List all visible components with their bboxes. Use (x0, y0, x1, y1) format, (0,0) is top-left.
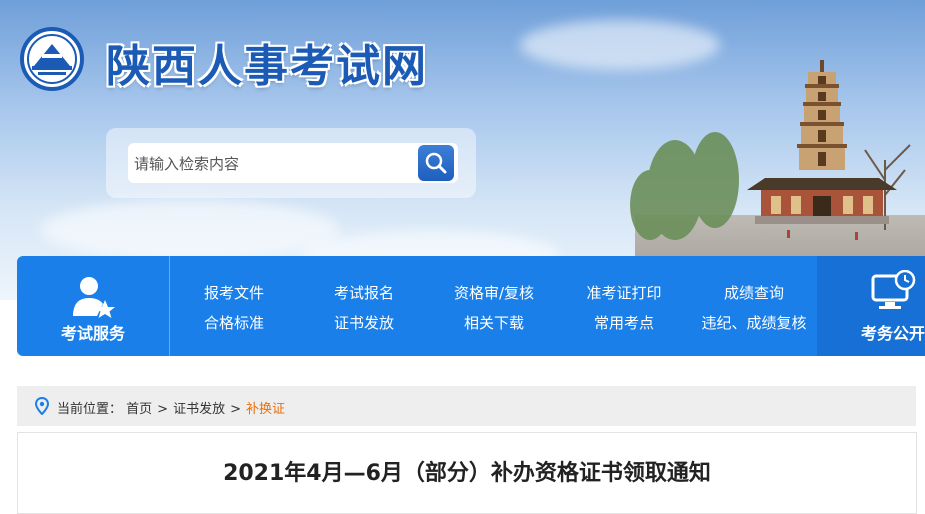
nav-item-exam-documents[interactable]: 报考文件 (169, 282, 299, 303)
nav-item-qualification-review[interactable]: 资格审/复核 (429, 282, 559, 303)
nav-item-exam-registration[interactable]: 考试报名 (299, 282, 429, 303)
monitor-clock-icon (871, 270, 916, 309)
nav-item-admission-ticket[interactable]: 准考证打印 (559, 282, 689, 303)
main-navigation: 考试服务 报考文件 考试报名 资格审/复核 准考证打印 成绩查询 合格标准 证书… (17, 256, 925, 356)
nav-item-pass-standard[interactable]: 合格标准 (169, 312, 299, 333)
nav-exam-service[interactable]: 考试服务 (17, 256, 170, 356)
nav-item-exam-sites[interactable]: 常用考点 (559, 312, 689, 333)
breadcrumb-certificate-issue[interactable]: 证书发放 (173, 402, 225, 417)
article-panel: 2021年4月—6月（部分）补办资格证书领取通知 (17, 432, 917, 514)
header-banner: 陕西人事考试网 (0, 0, 925, 300)
nav-item-downloads[interactable]: 相关下载 (429, 312, 559, 333)
nav-exam-service-label: 考试服务 (60, 324, 125, 343)
breadcrumb-home[interactable]: 首页 (126, 402, 152, 417)
search-button[interactable] (418, 145, 454, 181)
search-panel (106, 128, 476, 198)
breadcrumb-current[interactable]: 补换证 (246, 402, 285, 417)
search-icon (425, 152, 447, 174)
site-title[interactable]: 陕西人事考试网 (106, 30, 428, 94)
site-logo-icon (20, 27, 84, 91)
search-input[interactable] (128, 143, 416, 185)
nav-exam-affairs-label: 考务公开 (861, 324, 925, 343)
nav-item-score-query[interactable]: 成绩查询 (689, 282, 819, 303)
breadcrumb: 当前位置： 首页 > 证书发放 > 补换证 (17, 386, 916, 426)
location-pin-icon (35, 397, 49, 415)
nav-item-violation-review[interactable]: 违纪、成绩复核 (689, 312, 819, 333)
nav-exam-affairs-public[interactable]: 考务公开 (817, 256, 925, 356)
user-star-icon (73, 277, 115, 318)
nav-item-certificate-issue[interactable]: 证书发放 (299, 312, 429, 333)
search-field-wrapper (128, 143, 458, 185)
article-title: 2021年4月—6月（部分）补办资格证书领取通知 (223, 461, 711, 486)
breadcrumb-prefix: 当前位置： (57, 402, 123, 417)
